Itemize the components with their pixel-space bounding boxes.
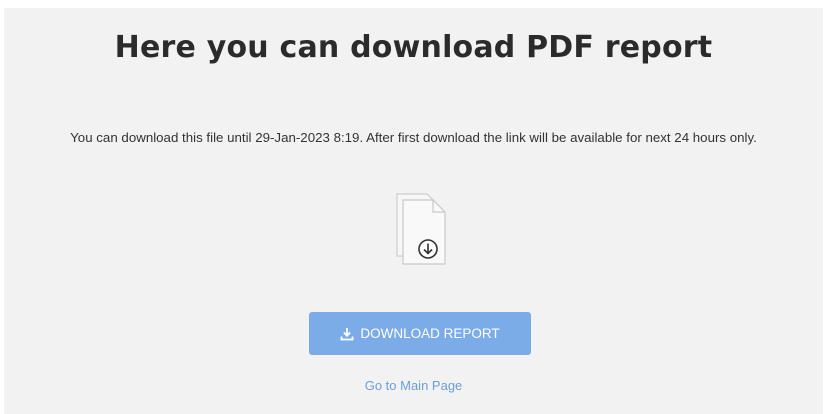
- go-to-main-page-link[interactable]: Go to Main Page: [4, 378, 823, 393]
- download-report-button[interactable]: DOWNLOAD REPORT: [309, 312, 531, 355]
- file-download-icon: [389, 190, 459, 270]
- page-title: Here you can download PDF report: [114, 30, 713, 65]
- download-panel: Here you can download PDF report You can…: [4, 8, 823, 414]
- download-icon: [340, 327, 354, 341]
- download-report-label: DOWNLOAD REPORT: [360, 326, 500, 341]
- download-expiry-note: You can download this file until 29-Jan-…: [70, 130, 757, 145]
